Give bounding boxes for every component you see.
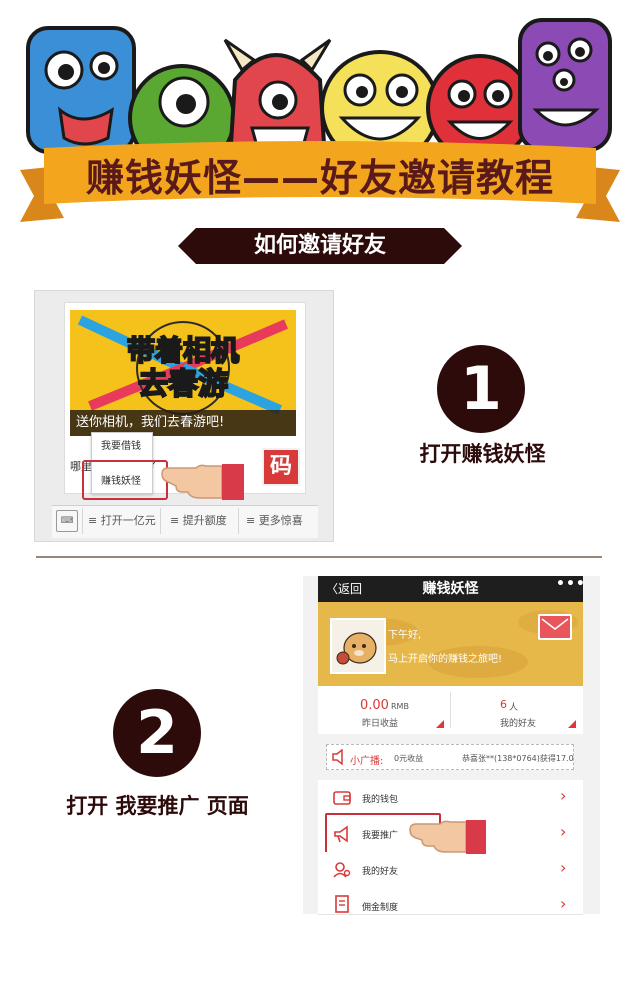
promo-headline-1: 带着相机 [127,334,239,367]
more-icon[interactable]: ••• [556,576,586,592]
mail-icon[interactable] [538,614,572,640]
section-subtitle: 如何邀请好友 [253,233,386,258]
bottom-menu-item-2[interactable]: ≡ 提升额度 [170,512,227,528]
step-2-label: 打开 我要推广 页面 [66,794,249,818]
bottom-bar-divider [238,508,239,534]
speaker-icon [332,749,343,765]
corner-triangle-icon [436,720,444,728]
friends-count-label: 我的好友 [500,719,537,729]
bottom-bar-divider [160,508,161,534]
yesterday-earnings-unit: RMB [391,702,409,711]
broadcast-label: 小广播: [350,756,384,767]
promo-headline-2: 去春游 [138,367,228,402]
corner-triangle-icon [568,720,576,728]
stats-divider [450,692,451,728]
friends-count-value: 6 [500,698,507,711]
menu-label-commission: 佣金制度 [362,903,399,913]
broadcast-text: 0元收益 [394,754,424,763]
menu-label-friends: 我的好友 [362,867,399,877]
step-2-number: 2 [113,689,201,777]
broadcast-scroll-text: 恭喜张**(138*0764)获得17.0 [462,754,574,763]
step-1-number: 1 [437,345,525,433]
yesterday-earnings-label: 昨日收益 [362,719,399,729]
app-title: 赚钱妖怪 [422,581,479,597]
section-divider [36,556,602,558]
wallet-icon [333,791,351,805]
chevron-right-icon: › [560,894,567,913]
bottom-menu-item-1[interactable]: ≡ 打开一亿元 [88,512,156,528]
page-title: 赚钱妖怪——好友邀请教程 [85,156,554,200]
bottom-menu-item-3[interactable]: ≡ 更多惊喜 [246,512,303,528]
menu-row-wallet[interactable] [318,780,583,817]
chevron-right-icon: › [560,786,567,805]
avatar[interactable] [330,618,386,674]
keyboard-icon[interactable]: ⌨ [56,510,78,532]
chevron-right-icon: › [560,858,567,877]
friends-icon [333,862,351,878]
popup-highlight-box [82,460,168,500]
monsters-illustration [26,18,612,160]
step-1-label: 打开赚钱妖怪 [419,442,546,466]
qr-code-icon[interactable]: 码 [262,448,300,486]
yesterday-earnings-value: 0.00 [360,698,389,713]
popup-item-borrow[interactable]: 我要借钱 [91,437,151,452]
document-icon [335,895,349,913]
pointing-hand-icon [161,464,244,500]
pointing-hand-icon [409,820,486,854]
menu-label-wallet: 我的钱包 [362,795,399,805]
menu-row-commission[interactable] [318,888,583,915]
friends-count-unit: 人 [509,703,519,713]
menu-row-friends[interactable] [318,852,583,889]
chevron-right-icon: › [560,822,567,841]
bottom-bar-divider [82,508,83,534]
greeting-line-2: 马上开启你的赚钱之旅吧! [388,654,503,665]
greeting-line-1: 下午好, [388,630,422,641]
